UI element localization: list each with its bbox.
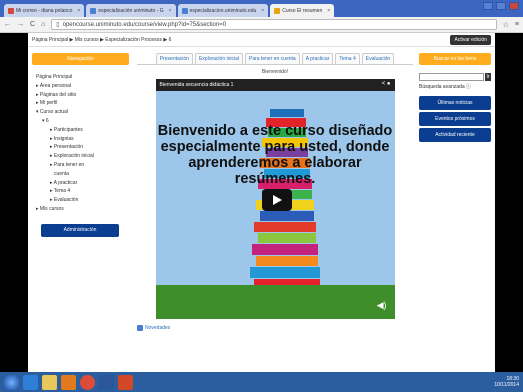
- close-tab-icon[interactable]: ×: [327, 8, 330, 14]
- search-input[interactable]: [419, 73, 484, 81]
- screen: Mi correo - diana polanco × especializaci…: [0, 0, 523, 392]
- breadcrumb-bar: Página Principal ▶ Mis cursos ▶ Especial…: [28, 33, 495, 47]
- tab-para-tener-en-cuenta[interactable]: Para tener en cuenta: [245, 53, 300, 64]
- nav-item[interactable]: ▸ Para tener en: [36, 161, 125, 170]
- novedades-link[interactable]: Novedades: [137, 325, 413, 331]
- moodle-icon: [274, 7, 281, 14]
- video-player[interactable]: Bienvenida secuencia didáctica 1 < ● Bie…: [155, 79, 395, 319]
- browser-tab-active[interactable]: Curso El resumen ×: [270, 4, 335, 17]
- help-icon[interactable]: ⓘ: [466, 84, 471, 90]
- star-icon[interactable]: ☆: [503, 21, 509, 29]
- nav-item[interactable]: ▸ Presentación: [36, 143, 125, 152]
- right-blocks: Buscar en los foros Ir Búsqueda avanzada…: [419, 53, 491, 142]
- tab-presentacion[interactable]: Presentación: [155, 53, 193, 64]
- tab-a-practicar[interactable]: A practicar: [301, 53, 334, 64]
- recent-activity-button[interactable]: Actividad reciente: [419, 128, 491, 142]
- system-tray: 18:30 10/11/2014: [494, 376, 519, 388]
- forward-icon[interactable]: →: [17, 21, 24, 28]
- course-tabs: Presentación Exploración inicial Para te…: [137, 53, 413, 65]
- reload-icon[interactable]: C: [30, 21, 35, 28]
- windows-taskbar: 18:30 10/11/2014: [0, 372, 523, 392]
- search-forums: Ir: [419, 73, 491, 81]
- browser-tab-3[interactable]: especializacion.uniminuto.edu ×: [177, 4, 269, 17]
- minimize-button[interactable]: [483, 2, 493, 10]
- tab-exploracion[interactable]: Exploración inicial: [194, 53, 243, 64]
- tab-tema-4[interactable]: Tema 4: [335, 53, 360, 64]
- nav-item[interactable]: ▸ A practicar: [36, 179, 125, 188]
- volume-icon[interactable]: ◀): [377, 300, 387, 311]
- powerpoint-icon[interactable]: [118, 374, 133, 390]
- search-forums-header: Buscar en los foros: [419, 53, 491, 65]
- breadcrumb[interactable]: Página Principal ▶ Mis cursos ▶ Especial…: [32, 37, 171, 43]
- nav-item[interactable]: ▾ 6: [36, 117, 125, 126]
- prev-arrow-icon[interactable]: ‹: [8, 155, 13, 173]
- close-tab-icon[interactable]: ×: [261, 8, 264, 14]
- course-content: Presentación Exploración inicial Para te…: [137, 53, 413, 331]
- maximize-button[interactable]: [496, 2, 506, 10]
- grass-illustration: [155, 285, 395, 319]
- browser-tab-2[interactable]: especialización uniminuto - G ×: [86, 4, 176, 17]
- navigation-block: Navegación Página Principal ▸ Área perso…: [32, 53, 129, 237]
- nav-item[interactable]: ▸ Páginas del sitio: [36, 91, 125, 100]
- nav-item[interactable]: ▸ Participantes: [36, 126, 125, 135]
- gmail-icon: [8, 7, 14, 14]
- nav-item[interactable]: ▸ Mi perfil: [36, 99, 125, 108]
- address-bar[interactable]: ▯ opencourse.uniminuto.edu/course/view.p…: [51, 19, 497, 30]
- menu-icon[interactable]: ≡: [515, 21, 519, 28]
- folder-icon[interactable]: [42, 374, 57, 390]
- admin-button[interactable]: Administración: [41, 223, 119, 237]
- page-icon: ▯: [56, 22, 60, 28]
- nav-item[interactable]: ▸ Área personal: [36, 82, 125, 91]
- upcoming-events-button[interactable]: Eventos próximos: [419, 112, 491, 126]
- close-tab-icon[interactable]: ×: [169, 8, 172, 14]
- next-arrow-icon[interactable]: ›: [508, 155, 513, 173]
- play-icon: [273, 195, 282, 205]
- nav-item[interactable]: ▸ Mis cursos: [36, 205, 125, 214]
- advanced-search-link[interactable]: Búsqueda avanzada ⓘ: [419, 83, 491, 90]
- nav-item[interactable]: cuenta: [36, 170, 125, 179]
- nav-item[interactable]: ▸ Evaluación: [36, 196, 125, 205]
- media-icon[interactable]: [61, 374, 76, 390]
- nav-item[interactable]: ▾ Curso actual: [36, 108, 125, 117]
- tab-evaluacion[interactable]: Evaluación: [361, 53, 395, 64]
- edit-mode-button[interactable]: Activar edición: [450, 34, 491, 45]
- browser-tab-bar: Mi correo - diana polanco × especializaci…: [0, 0, 523, 17]
- word-icon[interactable]: [99, 374, 114, 390]
- close-window-button[interactable]: [509, 2, 519, 10]
- moodle-page: Página Principal ▶ Mis cursos ▶ Especial…: [28, 33, 495, 372]
- search-go-button[interactable]: Ir: [485, 73, 491, 81]
- navigation-tree: Página Principal ▸ Área personal ▸ Págin…: [32, 65, 129, 214]
- forum-icon: [137, 325, 143, 331]
- close-tab-icon[interactable]: ×: [77, 8, 80, 14]
- nav-item[interactable]: Página Principal: [36, 73, 125, 82]
- chrome-icon[interactable]: [80, 374, 95, 390]
- video-overlay-text: Bienvenido a este curso diseñado especia…: [157, 123, 393, 187]
- window-controls: [483, 2, 519, 10]
- start-icon[interactable]: [4, 374, 19, 390]
- nav-item[interactable]: ▸ Insignias: [36, 135, 125, 144]
- latest-news-button[interactable]: Últimas noticias: [419, 96, 491, 110]
- video-title: Bienvenida secuencia didáctica 1 < ●: [155, 79, 395, 91]
- welcome-text: Bienvenido!: [261, 69, 289, 75]
- play-button[interactable]: [261, 189, 292, 211]
- nav-item[interactable]: ▸ Exploración inicial: [36, 152, 125, 161]
- ie-icon[interactable]: [23, 374, 38, 390]
- share-icon[interactable]: < ●: [382, 81, 391, 87]
- site-icon: [181, 7, 188, 14]
- home-icon[interactable]: ⌂: [41, 21, 45, 28]
- browser-toolbar: ← → C ⌂ ▯ opencourse.uniminuto.edu/cours…: [0, 17, 523, 33]
- nav-item[interactable]: ▸ Tema 4: [36, 187, 125, 196]
- browser-tab-1[interactable]: Mi correo - diana polanco ×: [4, 4, 85, 17]
- back-icon[interactable]: ←: [4, 21, 11, 28]
- navigation-header[interactable]: Navegación: [32, 53, 129, 65]
- site-icon: [90, 7, 97, 14]
